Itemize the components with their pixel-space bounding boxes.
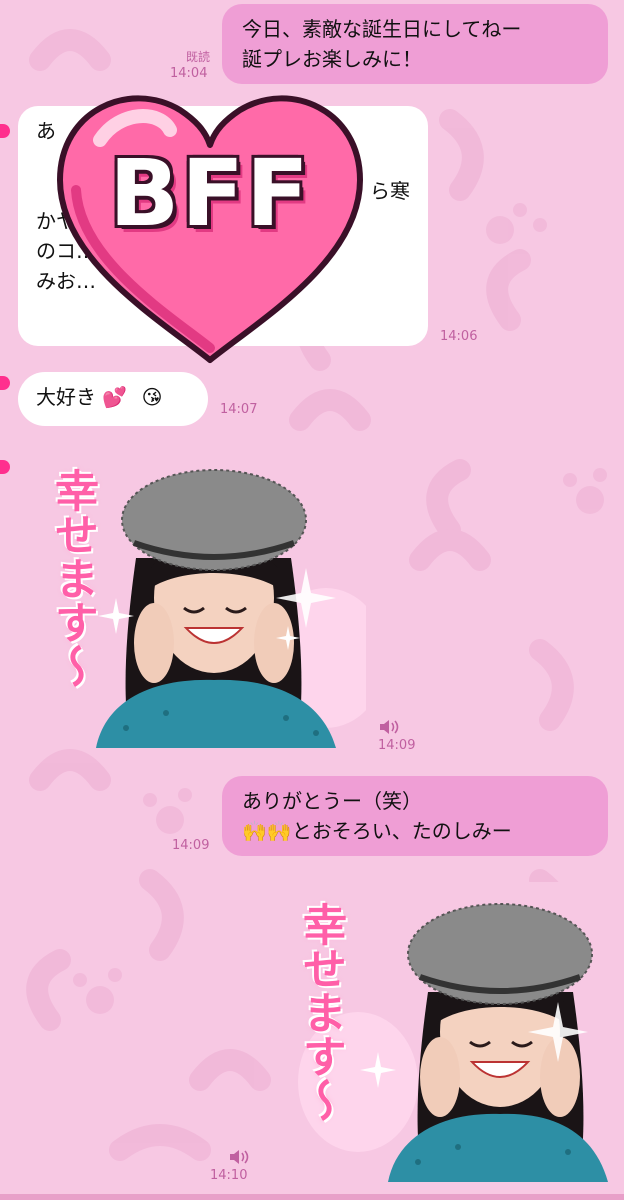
sticker-caption: 幸せます〜 [47, 468, 98, 688]
sticker-image[interactable]: 幸せます〜 [36, 448, 366, 748]
timestamp: 14:09 [172, 838, 210, 853]
sound-icon[interactable] [228, 1148, 250, 1166]
heart-overlay: BFF [40, 70, 380, 370]
clapping-emoji: 🙌 [242, 819, 267, 843]
message-text: とおそろい、たのしみー [291, 819, 512, 843]
message-text: ありがとうー（笑） [242, 789, 422, 813]
sticker-caption: 幸せます〜 [295, 902, 346, 1122]
heart-emoji: 💕 [102, 385, 128, 409]
timestamp: 14:10 [210, 1168, 248, 1183]
outgoing-message-bubble[interactable]: ありがとうー（笑） 🙌🙌とおそろい、たのしみー [222, 776, 608, 856]
incoming-message-bubble[interactable]: 大好き 💕 😘 [18, 372, 208, 426]
timestamp: 14:07 [220, 402, 258, 417]
timestamp: 14:06 [440, 329, 478, 344]
sticker-image[interactable]: 幸せます〜 [278, 882, 608, 1182]
bottom-bar [0, 1194, 624, 1200]
message-text: 今日、素敵な誕生日にしてねー [242, 17, 522, 41]
clapping-emoji: 🙌 [266, 819, 292, 843]
timestamp: 14:09 [378, 738, 416, 753]
bff-badge-text: BFF [109, 140, 311, 247]
kiss-emoji: 😘 [141, 385, 163, 409]
read-receipt: 既読 [186, 50, 211, 64]
sound-icon[interactable] [378, 718, 400, 736]
message-text: 大好き [36, 385, 96, 409]
